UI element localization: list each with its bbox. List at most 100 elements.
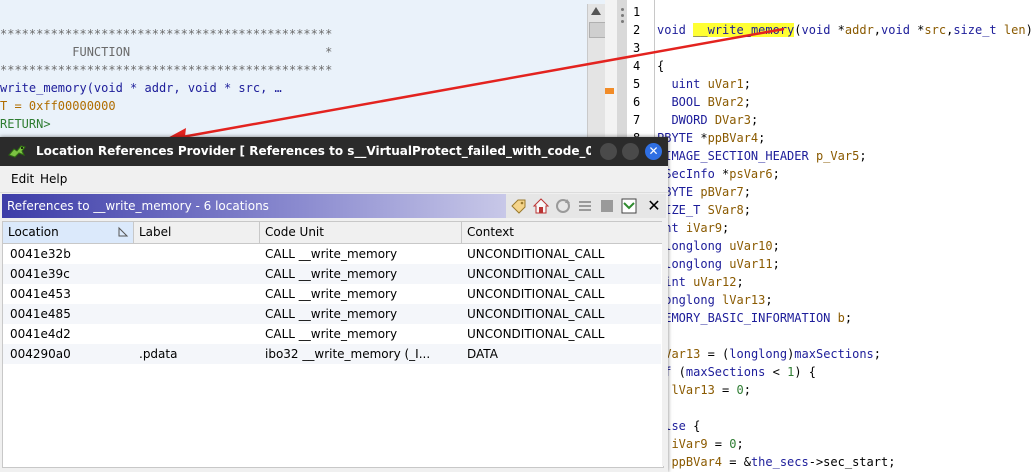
tag-icon[interactable]	[510, 197, 528, 215]
code-line[interactable]: lVar13 = (longlong)maxSections;	[657, 347, 881, 361]
menu-bar: Edit Help	[0, 166, 668, 193]
cell-code-unit: CALL __write_memory	[265, 287, 398, 301]
code-line[interactable]: uint uVar1;	[657, 77, 751, 91]
cell-label	[134, 244, 259, 264]
sort-ascending-icon	[118, 226, 129, 237]
line-number: 4	[633, 59, 641, 73]
cell-label: .pdata	[139, 347, 178, 361]
cell-context: UNCONDITIONAL_CALL	[467, 287, 605, 301]
column-header-code-unit[interactable]: Code Unit	[260, 222, 462, 243]
close-icon[interactable]: ✕	[644, 196, 664, 216]
code-line[interactable]: iVar9 = 0;	[657, 437, 743, 451]
table-header: Location Label Code Unit Context	[3, 222, 663, 244]
column-header-label[interactable]: Label	[134, 222, 260, 243]
listing-comment-line: ****************************************…	[0, 63, 333, 77]
cursor-marker	[605, 88, 614, 94]
cell-location: 0041e39c	[10, 267, 70, 281]
table-scrollbar[interactable]	[662, 221, 668, 466]
code-line[interactable]: PBYTE *ppBVar4;	[657, 131, 765, 145]
cell-context: DATA	[467, 347, 498, 361]
line-number: 1	[633, 5, 641, 19]
code-line[interactable]: {	[657, 59, 664, 73]
cell-context: UNCONDITIONAL_CALL	[467, 327, 605, 341]
code-line[interactable]: ulonglong uVar10;	[657, 239, 780, 253]
cell-location: 0041e453	[10, 287, 71, 301]
cell-location: 0041e485	[10, 307, 71, 321]
component-toolbar: ✕	[506, 194, 666, 218]
select-icon[interactable]	[598, 197, 616, 215]
cell-code-unit: ibo32 __write_memory (_I...	[265, 347, 431, 361]
line-number: 3	[633, 41, 641, 55]
grip-dot	[621, 8, 624, 11]
cell-code-unit: CALL __write_memory	[265, 327, 398, 341]
line-number: 7	[633, 113, 641, 127]
code-line[interactable]: sSecInfo *psVar6;	[657, 167, 780, 181]
column-header-context[interactable]: Context	[462, 222, 661, 243]
code-line[interactable]: PIMAGE_SECTION_HEADER p_Var5;	[657, 149, 867, 163]
listing-function-signature[interactable]: write_memory(void * addr, void * src, …	[0, 81, 282, 95]
cell-label	[134, 324, 259, 344]
snapshot-icon[interactable]	[620, 197, 638, 215]
decompiler-panel: 1 2 3 4 5 6 7 8 9 10 11 12 13 14 15 16 1…	[627, 0, 1035, 472]
menu-help[interactable]: Help	[40, 172, 67, 186]
minimize-button[interactable]	[600, 143, 617, 160]
cell-label	[134, 264, 259, 284]
code-line[interactable]: if (maxSections < 1) {	[657, 365, 816, 379]
listing-function-banner: FUNCTION *	[0, 45, 333, 59]
listing-comment-line: ****************************************…	[0, 27, 333, 41]
table-row[interactable]: 004290a0 .pdata ibo32 __write_memory (_I…	[3, 344, 661, 364]
listing-return: RETURN>	[0, 117, 51, 131]
cell-context: UNCONDITIONAL_CALL	[467, 247, 605, 261]
code-line[interactable]: SIZE_T SVar8;	[657, 203, 751, 217]
cell-code-unit: CALL __write_memory	[265, 267, 398, 281]
grip-dot	[621, 14, 624, 17]
code-line[interactable]: void __write_memory(void *addr,void *src…	[657, 23, 1033, 37]
location-references-dialog: Location References Provider [ Reference…	[0, 137, 668, 472]
table-row[interactable]: 0041e39c CALL __write_memory UNCONDITION…	[3, 264, 661, 284]
table-row[interactable]: 0041e485 CALL __write_memory UNCONDITION…	[3, 304, 661, 324]
code-line[interactable]: DWORD DVar3;	[657, 113, 758, 127]
cell-location: 0041e32b	[10, 247, 71, 261]
cell-code-unit: CALL __write_memory	[265, 247, 398, 261]
decompiled-code[interactable]: void __write_memory(void *addr,void *src…	[654, 0, 1035, 472]
ghidra-dragon-icon	[8, 145, 26, 158]
close-button[interactable]: ✕	[645, 143, 662, 160]
code-line[interactable]: BOOL BVar2;	[657, 95, 751, 109]
code-line[interactable]: PBYTE pBVar7;	[657, 185, 751, 199]
line-number: 5	[633, 77, 641, 91]
menu-edit[interactable]: Edit	[11, 172, 34, 186]
dialog-titlebar[interactable]: Location References Provider [ Reference…	[0, 137, 668, 166]
table-row[interactable]: 0041e32b CALL __write_memory UNCONDITION…	[3, 244, 661, 264]
component-title: References to __write_memory - 6 locatio…	[7, 199, 269, 213]
references-table[interactable]: Location Label Code Unit Context 0041e32…	[2, 221, 664, 468]
grip-dot	[621, 20, 624, 23]
line-number: 6	[633, 95, 641, 109]
component-header: References to __write_memory - 6 locatio…	[2, 194, 506, 218]
dialog-title: Location References Provider [ Reference…	[36, 144, 591, 158]
code-line[interactable]: ulonglong uVar11;	[657, 257, 780, 271]
cell-context: UNCONDITIONAL_CALL	[467, 267, 605, 281]
column-label: Location	[8, 225, 59, 239]
table-row[interactable]: 0041e453 CALL __write_memory UNCONDITION…	[3, 284, 661, 304]
scrollbar-thumb[interactable]	[589, 22, 606, 38]
listing-equate: T = 0xff00000000	[0, 99, 116, 113]
cell-label	[134, 304, 259, 324]
line-number: 2	[633, 23, 641, 37]
scroll-up-icon[interactable]	[591, 7, 601, 15]
cell-location: 0041e4d2	[10, 327, 71, 341]
code-line[interactable]: longlong lVar13;	[657, 293, 773, 307]
list-icon[interactable]	[576, 197, 594, 215]
refresh-icon[interactable]	[554, 197, 572, 215]
column-header-location[interactable]: Location	[3, 222, 134, 243]
code-line[interactable]: MEMORY_BASIC_INFORMATION b;	[657, 311, 852, 325]
cell-context: UNCONDITIONAL_CALL	[467, 307, 605, 321]
code-line[interactable]: lVar13 = 0;	[657, 383, 751, 397]
maximize-button[interactable]	[622, 143, 639, 160]
table-row[interactable]: 0041e4d2 CALL __write_memory UNCONDITION…	[3, 324, 661, 344]
code-line[interactable]: uint uVar12;	[657, 275, 744, 289]
cell-label	[134, 284, 259, 304]
cell-location: 004290a0	[10, 347, 71, 361]
code-line[interactable]: ppBVar4 = &the_secs->sec_start;	[657, 455, 895, 469]
home-icon[interactable]	[532, 197, 550, 215]
cell-code-unit: CALL __write_memory	[265, 307, 398, 321]
